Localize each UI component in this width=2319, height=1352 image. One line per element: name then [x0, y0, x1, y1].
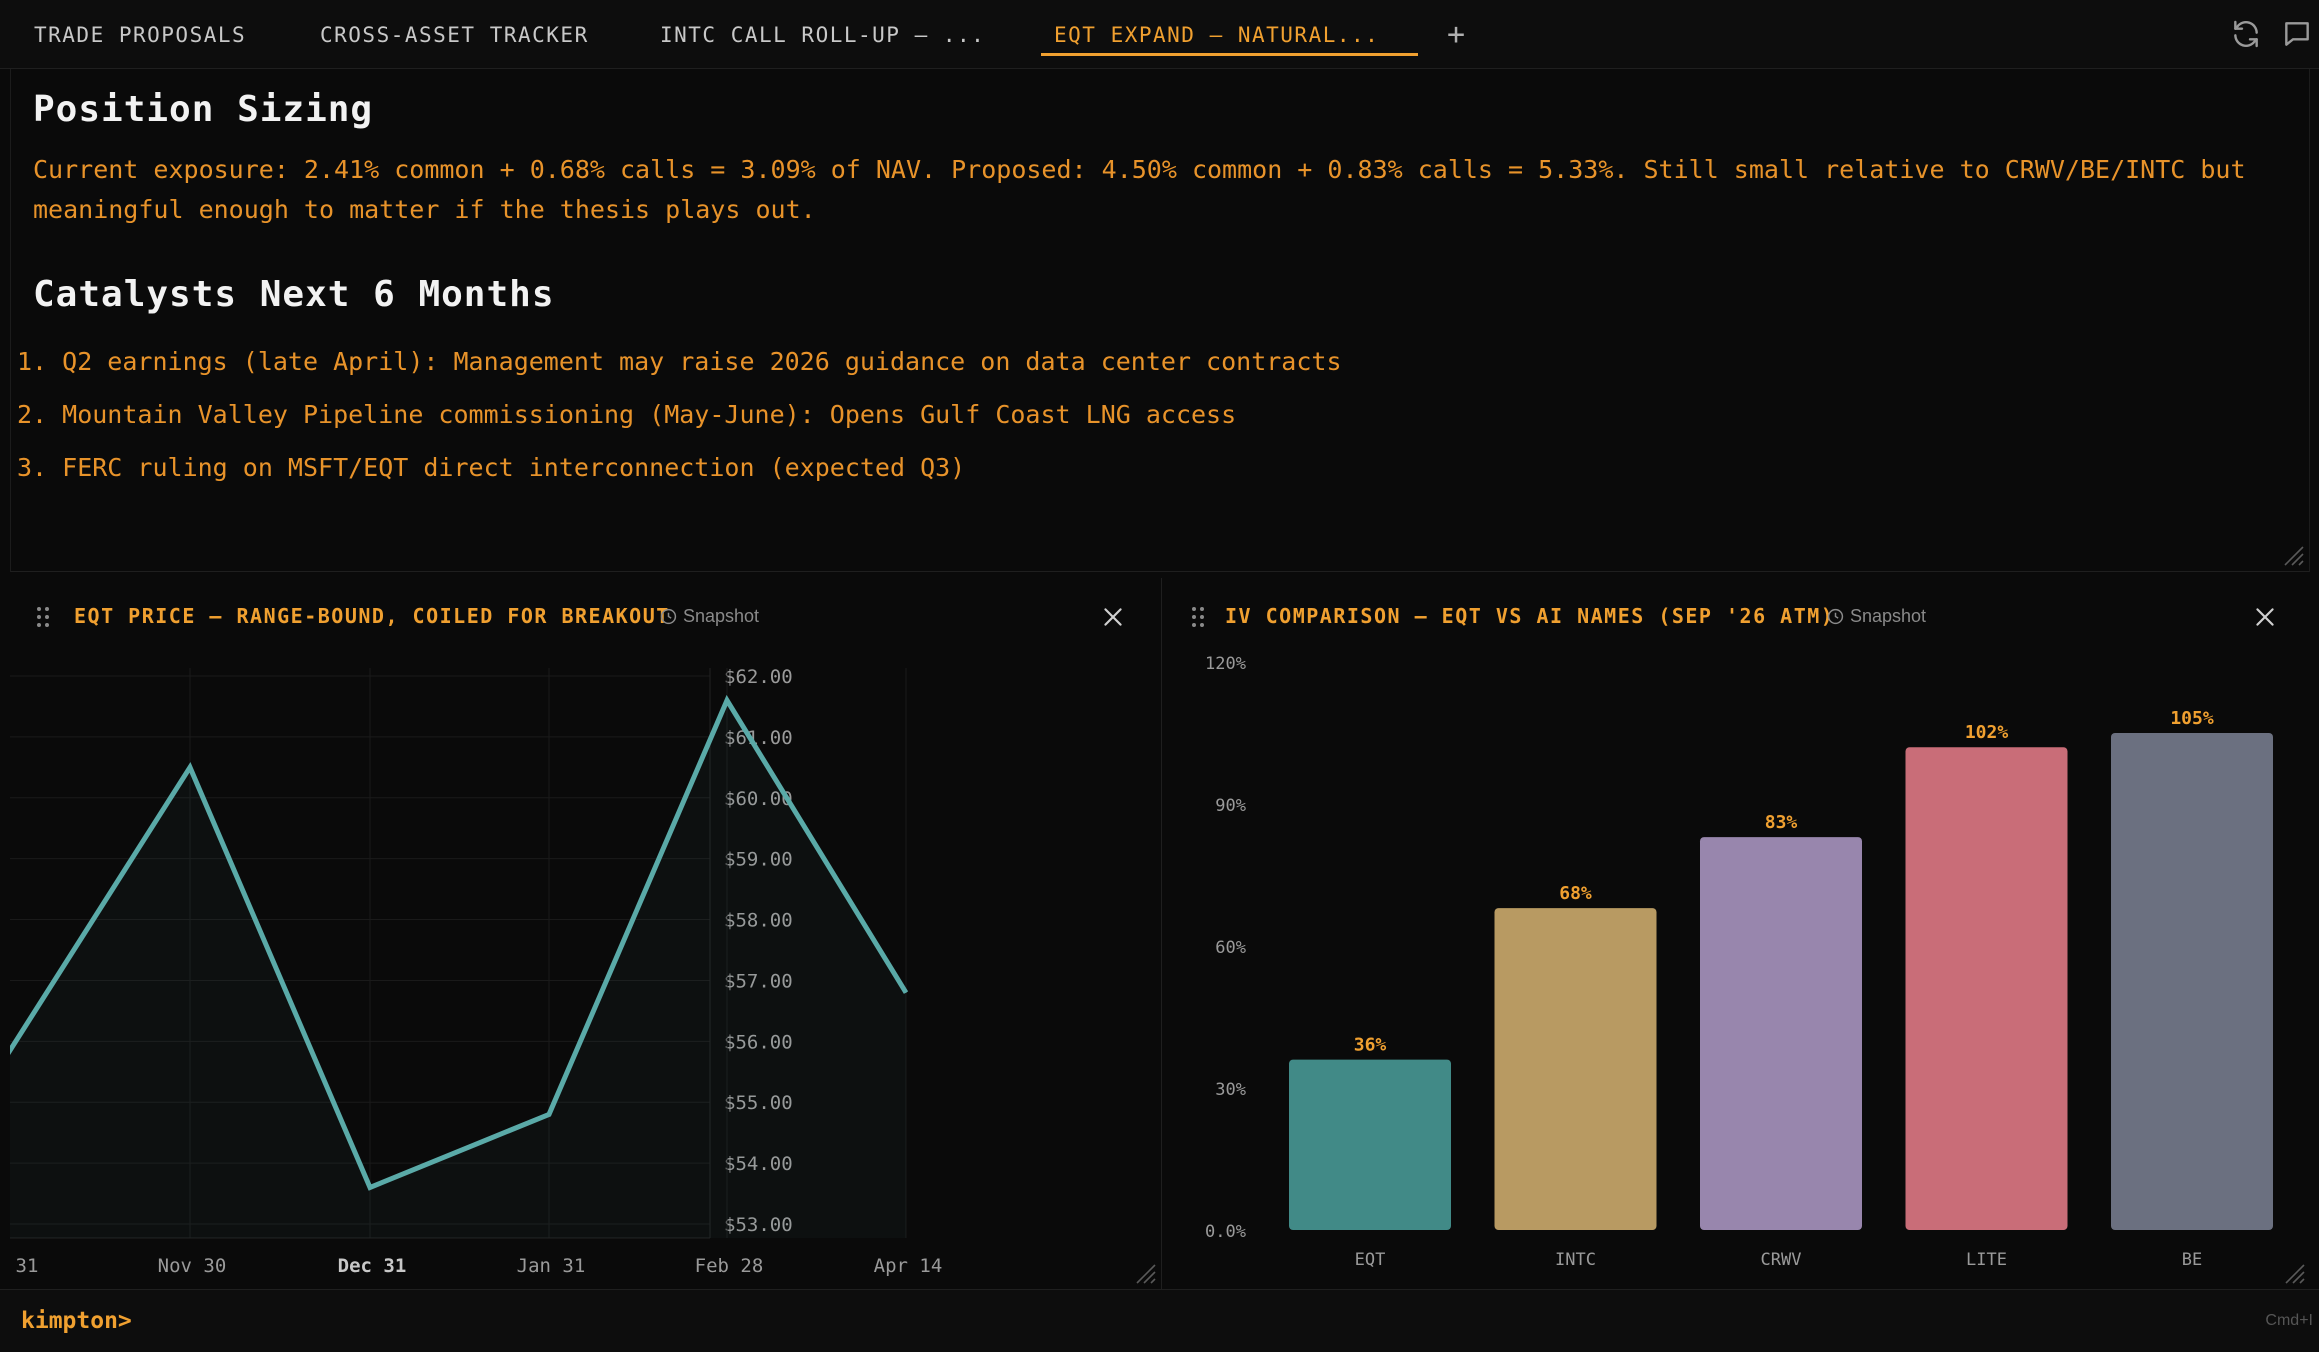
x-tick-label: Jan 31	[517, 1255, 586, 1277]
command-bar[interactable]: kimpton> Cmd+I	[0, 1289, 2319, 1352]
y-tick-label: $62.00	[724, 666, 793, 688]
price-chart-widget: $62.00 $61.00 $60.00 $59.00 $58.00 $57.00 $56.…	[10, 578, 1162, 1289]
x-tick-label: Dec 31	[338, 1255, 407, 1277]
tab-eqt-expand[interactable]: EQT EXPAND — NATURAL...	[1054, 0, 1379, 69]
iv-bar	[1289, 1059, 1451, 1230]
add-tab-button[interactable]: +	[1436, 14, 1476, 54]
data-label: 102%	[1965, 722, 2009, 743]
clock-icon	[660, 608, 677, 625]
data-label: 68%	[1559, 883, 1592, 904]
catalysts-heading: Catalysts Next 6 Months	[33, 274, 555, 315]
data-label: 36%	[1354, 1035, 1387, 1056]
y-tick-label: 120%	[1205, 654, 1246, 674]
y-tick-label: 90%	[1215, 796, 1246, 816]
y-tick-label: 0.0%	[1205, 1222, 1246, 1242]
position-sizing-text: Current exposure: 2.41% common + 0.68% c…	[33, 155, 2246, 224]
x-tick-label: INTC	[1555, 1250, 1596, 1270]
price-point	[189, 766, 191, 768]
price-area	[10, 700, 906, 1238]
widget-title: IV COMPARISON — EQT VS AI NAMES (SEP '26…	[1225, 604, 1835, 628]
refresh-icon[interactable]	[2230, 18, 2262, 50]
catalyst-item: 3. FERC ruling on MSFT/EQT direct interc…	[17, 453, 966, 482]
tab-intc-call-roll-up[interactable]: INTC CALL ROLL-UP — ...	[660, 0, 985, 69]
tab-cross-asset-tracker[interactable]: CROSS-ASSET TRACKER	[320, 0, 589, 69]
x-tick-label: Feb 28	[695, 1255, 764, 1277]
x-tick-label: CRWV	[1761, 1250, 1802, 1270]
x-tick-label: 31	[16, 1255, 39, 1277]
widget-header: IV COMPARISON — EQT VS AI NAMES (SEP '26…	[1165, 578, 2310, 656]
command-prompt[interactable]: kimpton>	[21, 1308, 132, 1334]
iv-bar	[1494, 908, 1657, 1230]
price-point	[726, 699, 728, 701]
tab-bar: TRADE PROPOSALS CROSS-ASSET TRACKER INTC…	[0, 0, 2319, 69]
iv-bar-chart: 0.0% 30% 60% 90% 120% 36% EQT 68% INTC 83% CRWV 102…	[1205, 654, 2273, 1270]
snapshot-badge: Snapshot	[1827, 606, 1926, 627]
widget-title: EQT PRICE — RANGE-BOUND, COILED FOR BREA…	[74, 604, 670, 628]
close-icon[interactable]	[1100, 604, 1126, 630]
x-tick-label: BE	[2182, 1250, 2202, 1270]
y-tick-label: 30%	[1215, 1080, 1246, 1100]
snapshot-label: Snapshot	[683, 606, 760, 626]
x-tick-label: LITE	[1966, 1250, 2007, 1270]
price-point	[369, 1186, 371, 1188]
snapshot-badge: Snapshot	[660, 606, 759, 627]
x-tick-label: Apr 14	[874, 1255, 943, 1277]
clock-icon	[1827, 608, 1844, 625]
close-icon[interactable]	[2252, 604, 2278, 630]
resize-handle-icon[interactable]	[2281, 543, 2305, 567]
position-sizing-heading: Position Sizing	[33, 89, 374, 130]
price-point	[905, 992, 907, 994]
catalyst-item: 1. Q2 earnings (late April): Management …	[17, 347, 1342, 376]
drag-handle-icon[interactable]	[1191, 606, 1205, 628]
iv-chart-widget: 0.0% 30% 60% 90% 120% 36% EQT 68% INTC 83% CRWV 102…	[1165, 578, 2310, 1289]
price-point	[548, 1113, 550, 1115]
x-tick-label: Nov 30	[158, 1255, 227, 1277]
iv-bar	[1905, 747, 2068, 1230]
resize-handle-icon[interactable]	[2282, 1261, 2306, 1285]
price-line-chart: $62.00$61.00$60.00$59.00$58.00$57.00$56.…	[10, 666, 943, 1277]
widget-header: EQT PRICE — RANGE-BOUND, COILED FOR BREA…	[10, 578, 1161, 656]
drag-handle-icon[interactable]	[36, 606, 50, 628]
document-panel: Position Sizing Current exposure: 2.41% …	[10, 69, 2310, 572]
y-tick-label: 60%	[1215, 938, 1246, 958]
data-label: 83%	[1765, 812, 1798, 833]
iv-bar	[2111, 733, 2273, 1230]
data-label: 105%	[2170, 708, 2214, 729]
resize-handle-icon[interactable]	[1133, 1261, 1157, 1285]
iv-bar	[1700, 837, 1862, 1230]
shortcut-hint: Cmd+I	[2265, 1312, 2313, 1329]
tab-trade-proposals[interactable]: TRADE PROPOSALS	[34, 0, 246, 69]
comment-icon[interactable]	[2281, 18, 2313, 50]
active-tab-indicator	[1041, 53, 1418, 56]
x-tick-label: EQT	[1355, 1250, 1386, 1270]
snapshot-label: Snapshot	[1850, 606, 1927, 626]
catalyst-item: 2. Mountain Valley Pipeline commissionin…	[17, 400, 1237, 429]
